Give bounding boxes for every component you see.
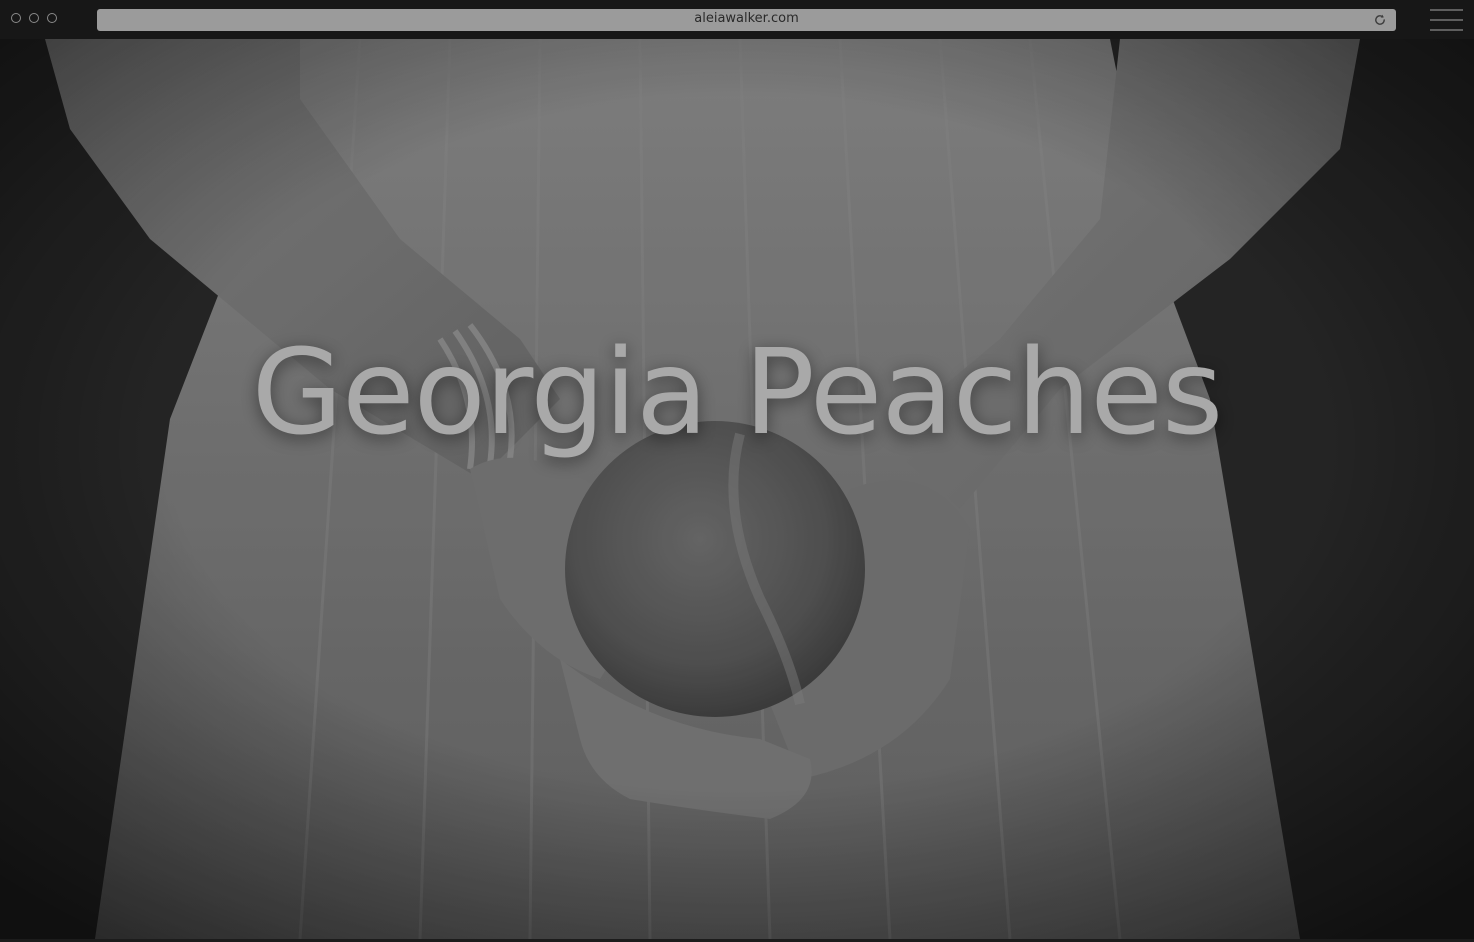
menu-bar-line [1430,29,1463,31]
address-bar[interactable]: aleiawalker.com [97,9,1396,31]
address-bar-url[interactable]: aleiawalker.com [97,9,1396,29]
hero-section: Georgia Peaches [0,39,1474,939]
maximize-window-icon[interactable] [47,13,57,23]
window-controls [11,13,57,23]
hands-holding-peach-photo [0,39,1474,939]
close-window-icon[interactable] [11,13,21,23]
browser-window: aleiawalker.com Georgia Peaches [0,0,1474,942]
hero-title: Georgia Peaches [251,323,1224,461]
hamburger-menu-icon[interactable] [1430,8,1463,32]
menu-bar-line [1430,19,1463,21]
menu-bar-line [1430,9,1463,11]
minimize-window-icon[interactable] [29,13,39,23]
browser-toolbar: aleiawalker.com [0,0,1474,39]
reload-icon[interactable] [1373,13,1387,27]
